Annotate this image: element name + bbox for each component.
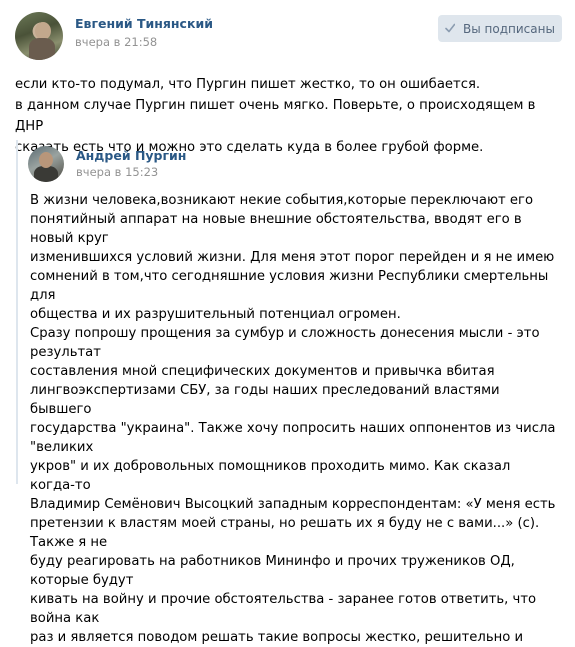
- repost-block: Андрей Пургин вчера в 15:23 В жизни чело…: [16, 140, 563, 645]
- repost-author-avatar[interactable]: [28, 146, 64, 182]
- repost-text-line: претензии к властям моей страны, но реша…: [30, 516, 540, 550]
- avatar-face-shape: [39, 152, 53, 168]
- repost-text-line: раз и является поводом решать такие вопр…: [30, 630, 524, 645]
- repost-text-line: изменившихся условий жизни. Для меня это…: [30, 250, 555, 265]
- repost-text: В жизни человека,возникают некие события…: [30, 191, 558, 647]
- repost-text-line: составления мной специфических документо…: [30, 364, 495, 379]
- avatar-body-shape: [29, 38, 55, 60]
- subscribed-label: Вы подписаны: [463, 21, 555, 36]
- repost-text-line: сомнений в том,что сегодняшние условия ж…: [30, 269, 549, 303]
- repost-time[interactable]: вчера в 15:23: [76, 165, 158, 179]
- repost-text-line: понятийный аппарат на новые внешние обст…: [30, 212, 522, 246]
- post-header: Евгений Тинянский вчера в 21:58 Вы подпи…: [0, 0, 575, 70]
- repost-text-line: укров" и их добровольных помощников прох…: [30, 459, 511, 493]
- avatar-body-shape: [34, 166, 58, 182]
- post-text-line: если кто-то подумал, что Пургин пишет же…: [15, 77, 481, 92]
- author-avatar[interactable]: [15, 12, 63, 60]
- repost-text-line: кивать на войну и прочие обстоятельства …: [30, 592, 537, 626]
- repost-text-line: Сразу попрошу прощения за сумбур и сложн…: [30, 326, 540, 360]
- repost-text-line: буду реагировать на работников Мининфо и…: [30, 554, 515, 588]
- author-name-link[interactable]: Евгений Тинянский: [75, 16, 213, 31]
- post-time[interactable]: вчера в 21:58: [75, 35, 157, 49]
- repost-text-line: Владимир Семёнович Высоцкий западным кор…: [30, 497, 556, 512]
- check-icon: [445, 23, 456, 32]
- repost-text-line: общества и их разрушительный потенциал о…: [30, 307, 401, 322]
- subscribed-button[interactable]: Вы подписаны: [438, 15, 562, 42]
- repost-text-line: государства "украина". Также хочу попрос…: [30, 421, 556, 455]
- repost-author-name-link[interactable]: Андрей Пургин: [76, 148, 186, 163]
- repost-text-line: лингвоэкспертизами СБУ, за годы наших пр…: [30, 383, 500, 417]
- post-text-line: в данном случае Пургин пишет очень мягко…: [15, 98, 536, 134]
- repost-text-line: В жизни человека,возникают некие события…: [30, 193, 534, 208]
